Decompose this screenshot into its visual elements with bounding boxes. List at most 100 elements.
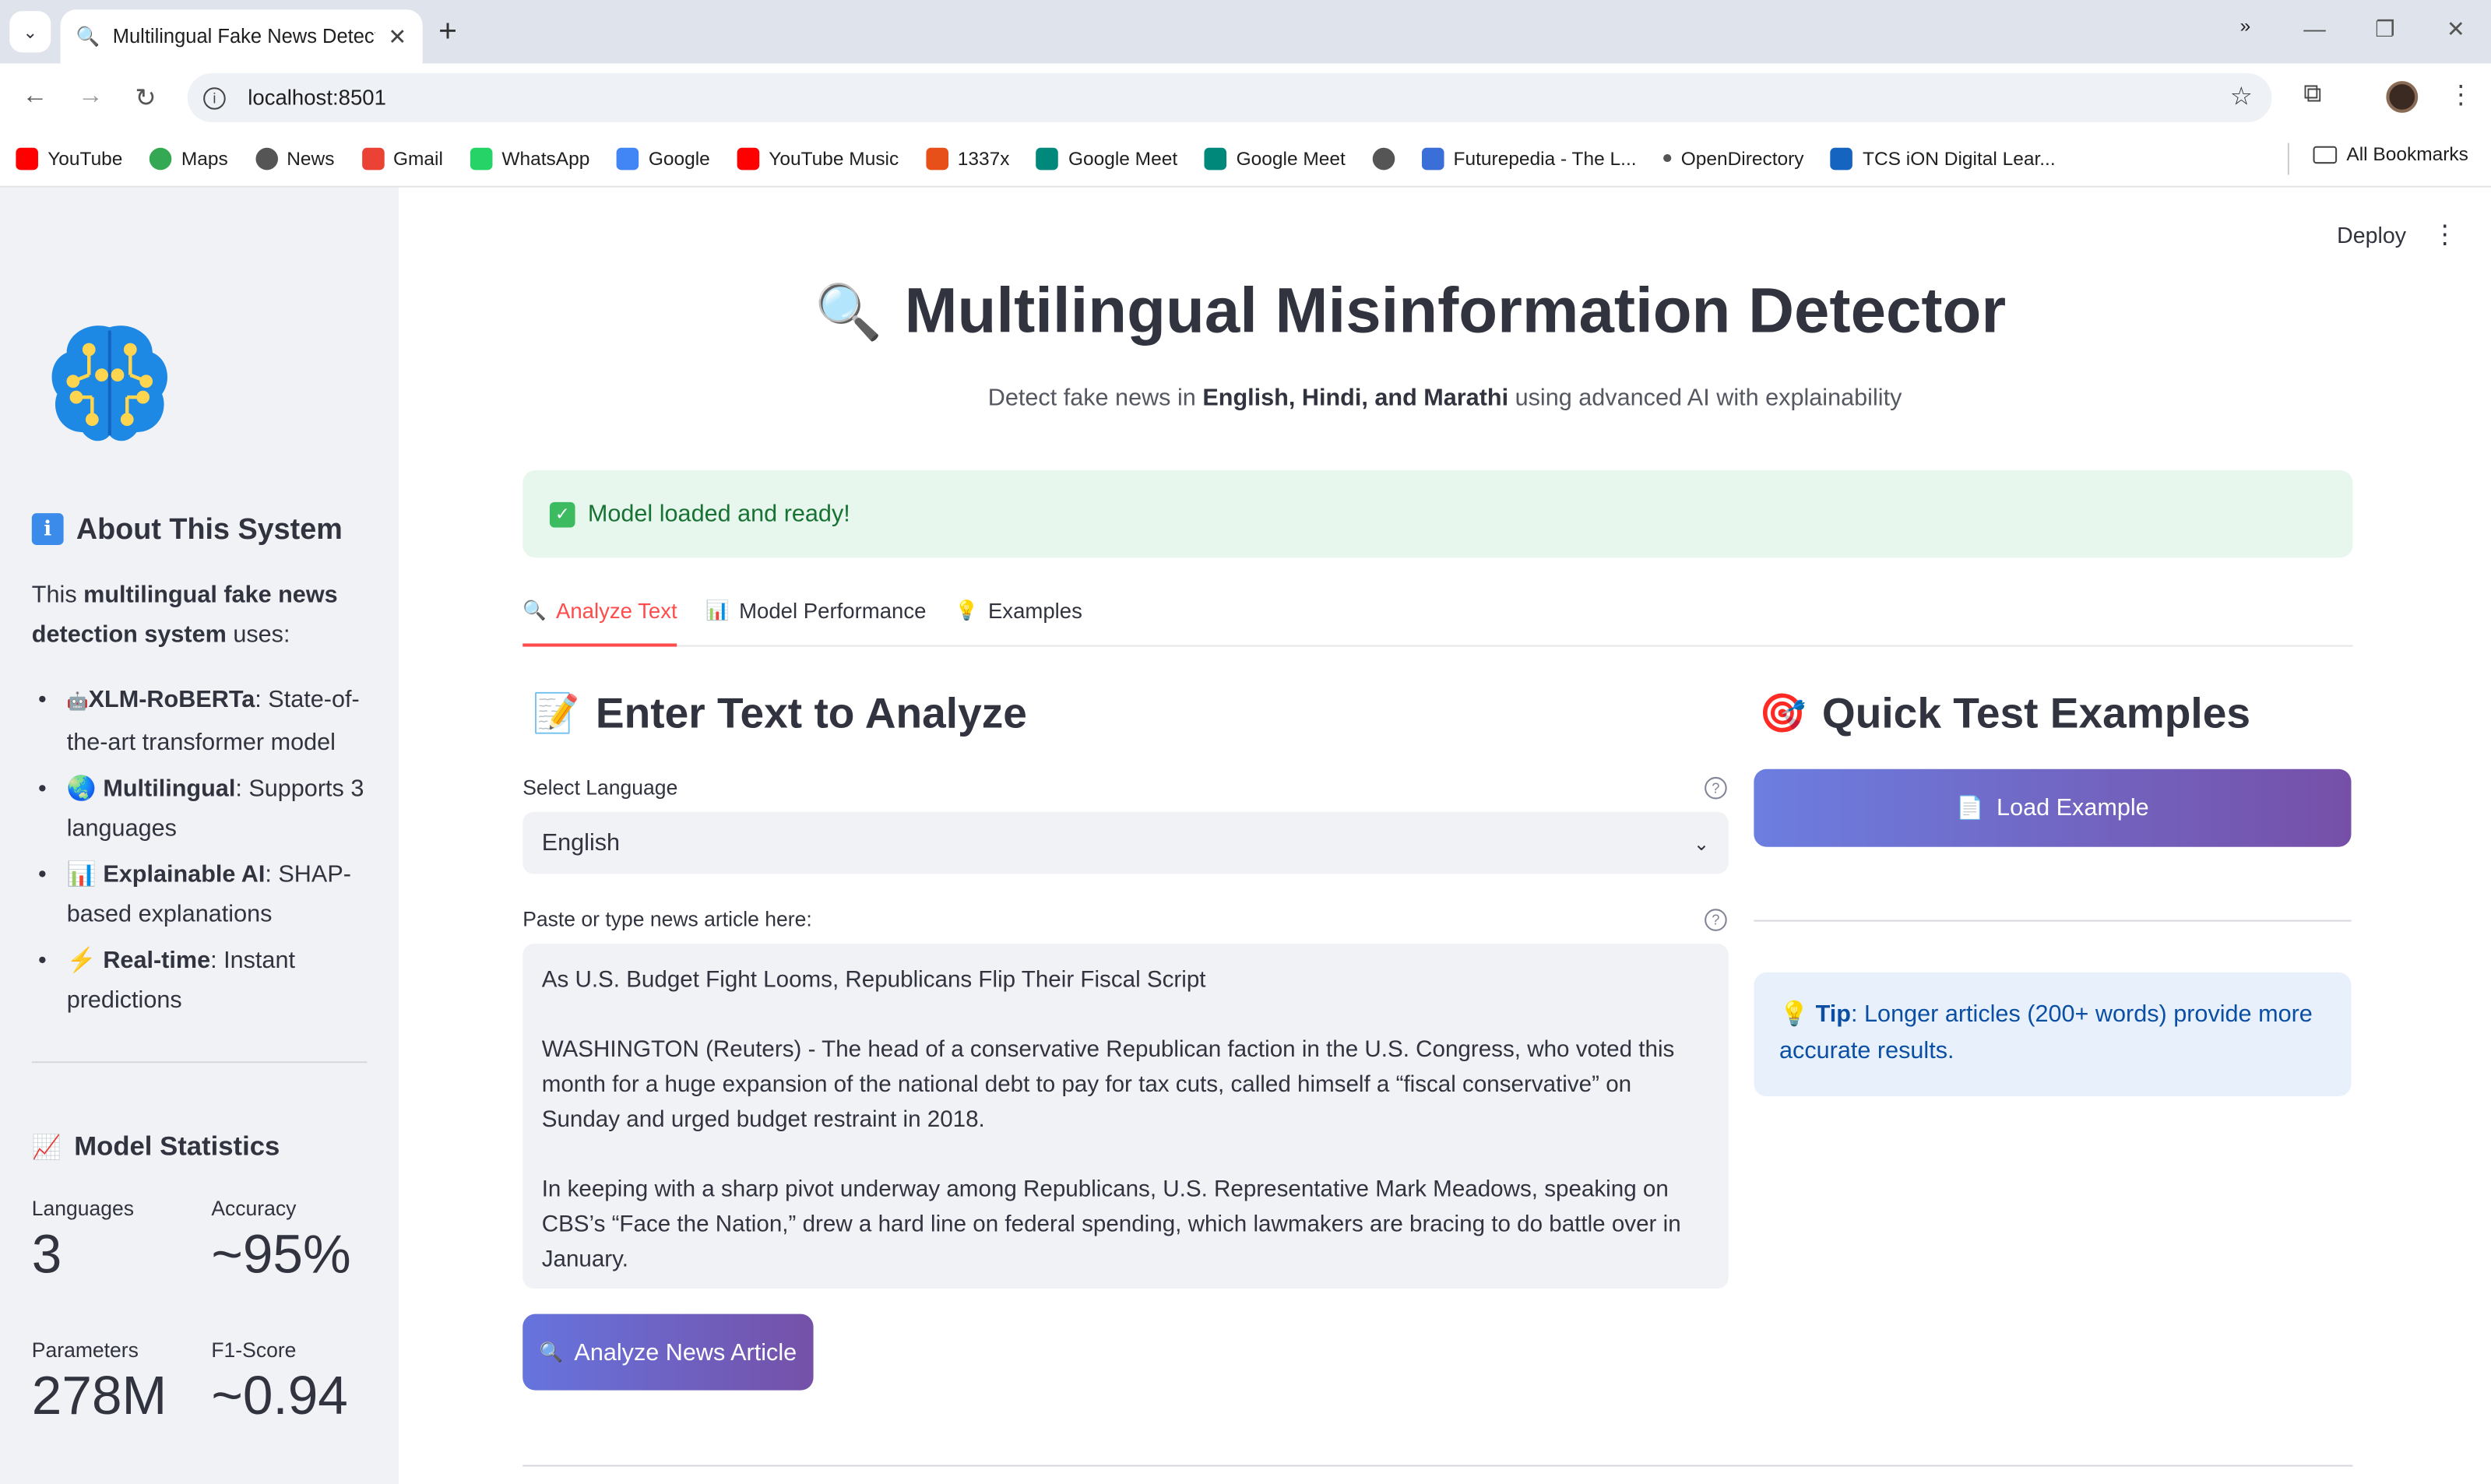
bookmark-item[interactable]: Google Meet: [1036, 146, 1178, 170]
bookmark-item[interactable]: 1337x: [925, 146, 1009, 170]
app-menu-icon[interactable]: ⋮: [2433, 220, 2458, 251]
magnifier-icon: 🔍: [522, 599, 547, 621]
browser-tab-active[interactable]: 🔍 Multilingual Fake News Detector ✕: [60, 9, 423, 64]
bookmark-label: YouTube Music: [769, 146, 899, 170]
tab-examples[interactable]: 💡 Examples: [955, 593, 1082, 645]
load-example-button[interactable]: 📄 Load Example: [1754, 768, 2352, 847]
site-info-icon[interactable]: i: [203, 86, 226, 109]
bar-chart-icon: 📊: [66, 861, 97, 888]
list-item: 🤖XLM-RoBERTa: State-of-the-art transform…: [35, 680, 368, 762]
x-icon: [925, 146, 948, 170]
extensions-icon[interactable]: ⧉: [2303, 81, 2321, 110]
tab-analyze-text[interactable]: 🔍 Analyze Text: [522, 593, 678, 647]
bookmark-label: Google Meet: [1068, 146, 1178, 170]
article-textarea[interactable]: As U.S. Budget Fight Looms, Republicans …: [522, 944, 1729, 1289]
bookmark-item[interactable]: Futurepedia - The L...: [1421, 146, 1637, 170]
new-tab-button[interactable]: +: [438, 14, 457, 51]
bookmark-item[interactable]: YouTube: [16, 146, 123, 170]
bookmark-label: News: [287, 146, 335, 170]
lightbulb-icon: 💡: [955, 599, 979, 621]
bookmark-label: OpenDirectory: [1680, 146, 1804, 170]
chevron-down-icon: ⌄: [1693, 832, 1710, 854]
metric-label: F1-Score: [211, 1338, 297, 1362]
metric-label: Accuracy: [211, 1196, 297, 1221]
list-item: 📊 Explainable AI: SHAP-based explanation…: [35, 855, 368, 934]
url-text[interactable]: localhost:8501: [248, 86, 386, 110]
intro-prefix: This: [31, 581, 84, 609]
help-icon[interactable]: ?: [1705, 909, 1727, 931]
quick-test-heading-text: Quick Test Examples: [1821, 689, 2250, 737]
stats-title: Model Statistics: [74, 1131, 280, 1162]
language-select[interactable]: English ⌄: [522, 811, 1729, 874]
magnifier-icon: 🔍: [539, 1341, 564, 1363]
about-intro: This multilingual fake news detection sy…: [32, 575, 365, 655]
bookmarks-bar: YouTube Maps News Gmail WhatsApp Google YouTub…: [0, 130, 2491, 188]
sidebar-divider: [31, 1061, 368, 1064]
reload-icon[interactable]: ↻: [135, 83, 156, 114]
maps-icon: [150, 146, 172, 170]
status-message: Model loaded and ready!: [587, 500, 850, 528]
metric-parameters: Parameters 278M: [32, 1338, 206, 1428]
list-item: ⚡ Real-time: Instant predictions: [35, 941, 368, 1020]
bookmark-item[interactable]: News: [255, 146, 335, 170]
tab-close-icon[interactable]: ✕: [388, 23, 406, 51]
about-title: About This System: [76, 512, 343, 545]
bookmark-item[interactable]: Google: [617, 146, 710, 170]
analyze-heading: 📝 Enter Text to Analyze: [532, 690, 1026, 739]
tab-search-button[interactable]: ⌄: [9, 11, 51, 53]
bookmark-item[interactable]: OpenDirectory: [1663, 146, 1804, 170]
memo-icon: 📝: [532, 692, 580, 736]
metric-value: ~95%: [211, 1225, 351, 1285]
close-window-icon[interactable]: ✕: [2447, 16, 2465, 43]
profile-avatar[interactable]: [2386, 81, 2419, 113]
subtitle-bold: English, Hindi, and Marathi: [1202, 384, 1509, 412]
bookmark-star-icon[interactable]: ☆: [2230, 81, 2253, 113]
subtitle-suffix: using advanced AI with explainability: [1508, 384, 1902, 412]
tab-label: Model Performance: [739, 599, 927, 623]
minimize-icon[interactable]: —: [2303, 16, 2326, 41]
bookmark-label: YouTube: [47, 146, 123, 170]
help-icon[interactable]: ?: [1705, 776, 1727, 800]
page-title-text: Multilingual Misinformation Detector: [904, 276, 2007, 346]
check-icon: ✓: [549, 501, 575, 527]
bookmark-item[interactable]: Google Meet: [1204, 146, 1346, 170]
address-bar[interactable]: i localhost:8501 ☆: [187, 72, 2272, 123]
metric-label: Parameters: [31, 1338, 139, 1362]
bookmark-item[interactable]: Maps: [150, 146, 228, 170]
about-heading: i About This System: [31, 512, 343, 547]
all-bookmarks-label: All Bookmarks: [2346, 142, 2468, 166]
analyze-button[interactable]: 🔍 Analyze News Article: [522, 1313, 814, 1391]
bookmark-item[interactable]: TCS iON Digital Lear...: [1831, 146, 2056, 170]
metric-languages: Languages 3: [32, 1197, 206, 1287]
bookmark-item[interactable]: YouTube Music: [737, 146, 899, 170]
analyze-button-label: Analyze News Article: [574, 1338, 797, 1366]
forward-icon[interactable]: →: [78, 83, 104, 111]
back-icon[interactable]: ←: [23, 83, 48, 111]
more-bookmarks-icon[interactable]: »: [2240, 14, 2251, 37]
tab-title: Multilingual Fake News Detector: [112, 25, 376, 48]
bookmark-label: Maps: [181, 146, 228, 170]
bottom-divider: [522, 1465, 2353, 1467]
all-bookmarks[interactable]: All Bookmarks: [2313, 142, 2468, 166]
bookmark-label: Google: [648, 146, 710, 170]
browser-menu-icon[interactable]: ⋮: [2448, 79, 2474, 111]
bookmark-item[interactable]: WhatsApp: [470, 146, 590, 170]
whatsapp-icon: [470, 146, 493, 170]
tab-model-performance[interactable]: 📊 Model Performance: [705, 593, 926, 645]
restore-icon[interactable]: ❐: [2375, 16, 2395, 43]
list-item: 🌏 Multilingual: Supports 3 languages: [35, 769, 368, 849]
bookmark-label: WhatsApp: [501, 146, 590, 170]
lightning-icon: ⚡: [66, 947, 97, 974]
deploy-button[interactable]: Deploy: [2337, 223, 2406, 248]
language-value: English: [541, 829, 621, 856]
bookmark-label: Futurepedia - The L...: [1453, 146, 1637, 170]
bookmark-item[interactable]: Gmail: [361, 146, 443, 170]
bookmark-label: TCS iON Digital Lear...: [1863, 146, 2056, 170]
globe-icon: [1372, 146, 1395, 170]
metric-value: ~0.94: [211, 1366, 348, 1427]
meet-icon: [1036, 146, 1059, 170]
metric-label: Languages: [31, 1196, 135, 1221]
document-icon: 📄: [1956, 794, 1984, 821]
bookmark-item[interactable]: [1372, 146, 1395, 170]
tab-bar: 🔍 Analyze Text 📊 Model Performance 💡 Exa…: [522, 593, 2353, 647]
